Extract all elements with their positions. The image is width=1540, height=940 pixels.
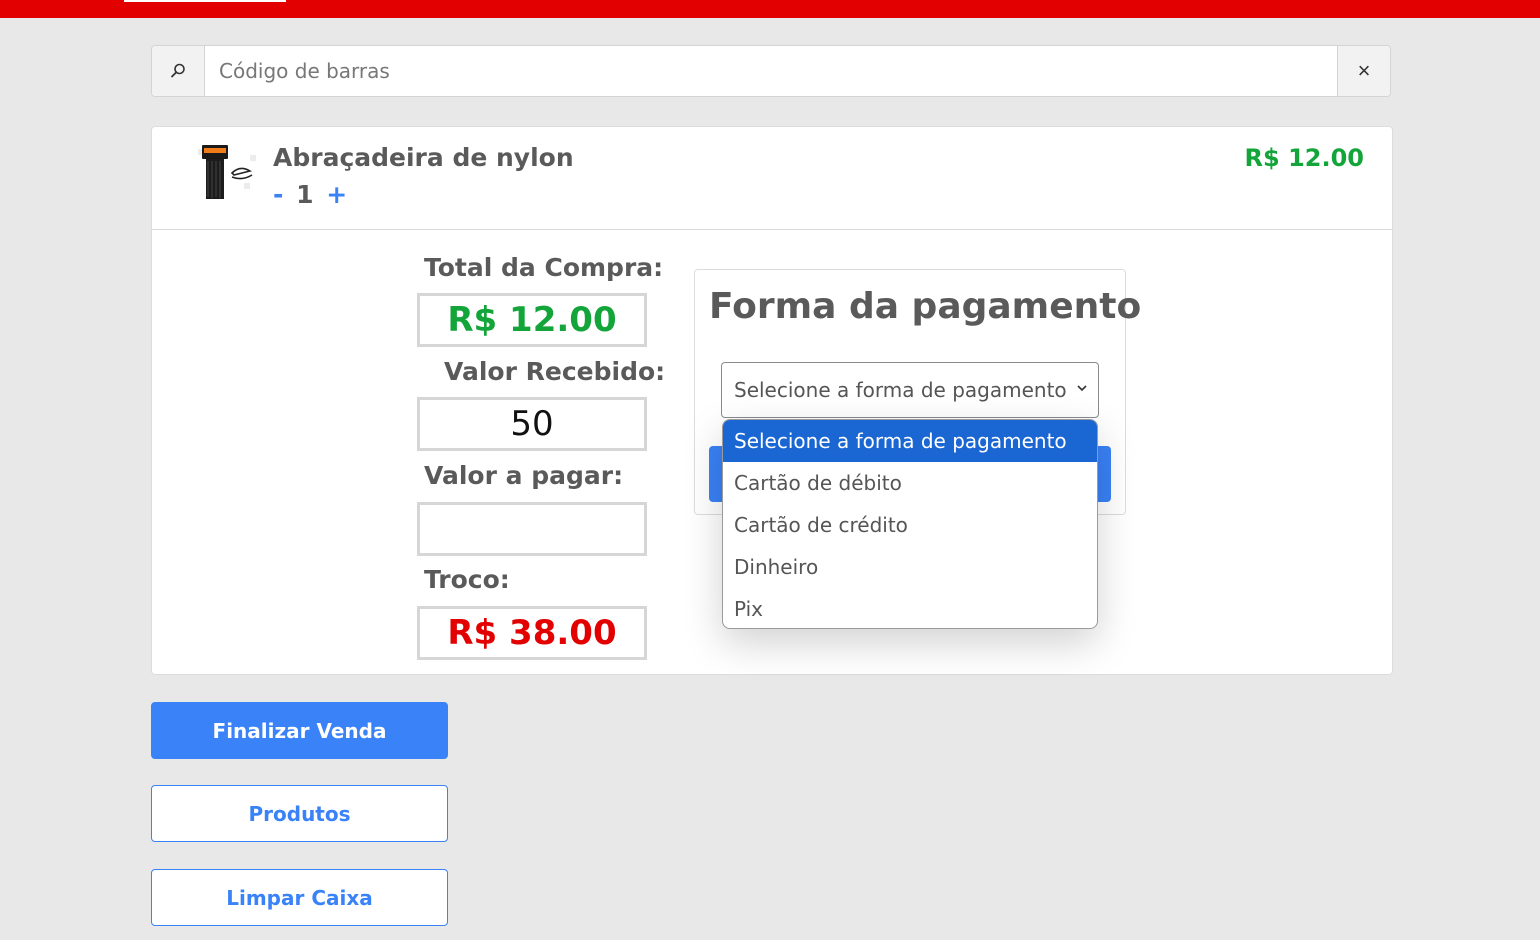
to-pay-input[interactable]: [420, 505, 644, 553]
payment-options-dropdown: Selecione a forma de pagamento Cartão de…: [722, 419, 1098, 629]
to-pay-field: [417, 502, 647, 556]
payment-title: Forma da pagamento: [709, 286, 1142, 327]
payment-option[interactable]: Cartão de débito: [723, 462, 1097, 504]
payment-option[interactable]: Cartão de crédito: [723, 504, 1097, 546]
chevron-down-icon: [1077, 385, 1087, 392]
received-field: [417, 397, 647, 451]
total-value: R$ 12.00: [417, 293, 647, 347]
product-name: Abraçadeira de nylon: [273, 143, 574, 172]
received-label: Valor Recebido:: [444, 357, 666, 386]
barcode-input[interactable]: [205, 46, 1339, 96]
header-tab-indicator: [124, 0, 286, 2]
to-pay-label: Valor a pagar:: [424, 461, 624, 490]
payment-method-select[interactable]: Selecione a forma de pagamento: [721, 362, 1099, 418]
total-label: Total da Compra:: [424, 253, 664, 282]
received-input[interactable]: [420, 400, 644, 448]
top-header-bar: [0, 0, 1540, 18]
cart-item-row: Abraçadeira de nylon - 1 + R$ 12.00: [152, 127, 1392, 230]
product-image: [194, 143, 260, 205]
decrement-button[interactable]: -: [273, 180, 283, 209]
payment-option[interactable]: Dinheiro: [723, 546, 1097, 588]
products-button[interactable]: Produtos: [151, 785, 448, 842]
quantity-value: 1: [296, 180, 314, 209]
search-icon[interactable]: [152, 46, 205, 96]
close-icon[interactable]: ×: [1337, 46, 1390, 96]
quantity-stepper: - 1 +: [273, 180, 347, 209]
finalize-sale-button[interactable]: Finalizar Venda: [151, 702, 448, 759]
change-value: R$ 38.00: [417, 606, 647, 660]
product-price: R$ 12.00: [1244, 144, 1364, 172]
payment-select-value: Selecione a forma de pagamento: [734, 378, 1067, 402]
payment-option[interactable]: Pix: [723, 588, 1097, 628]
payment-option[interactable]: Selecione a forma de pagamento: [723, 420, 1097, 462]
barcode-search-bar: ×: [151, 45, 1391, 97]
change-label: Troco:: [424, 565, 510, 594]
increment-button[interactable]: +: [326, 180, 347, 209]
clear-register-button[interactable]: Limpar Caixa: [151, 869, 448, 926]
